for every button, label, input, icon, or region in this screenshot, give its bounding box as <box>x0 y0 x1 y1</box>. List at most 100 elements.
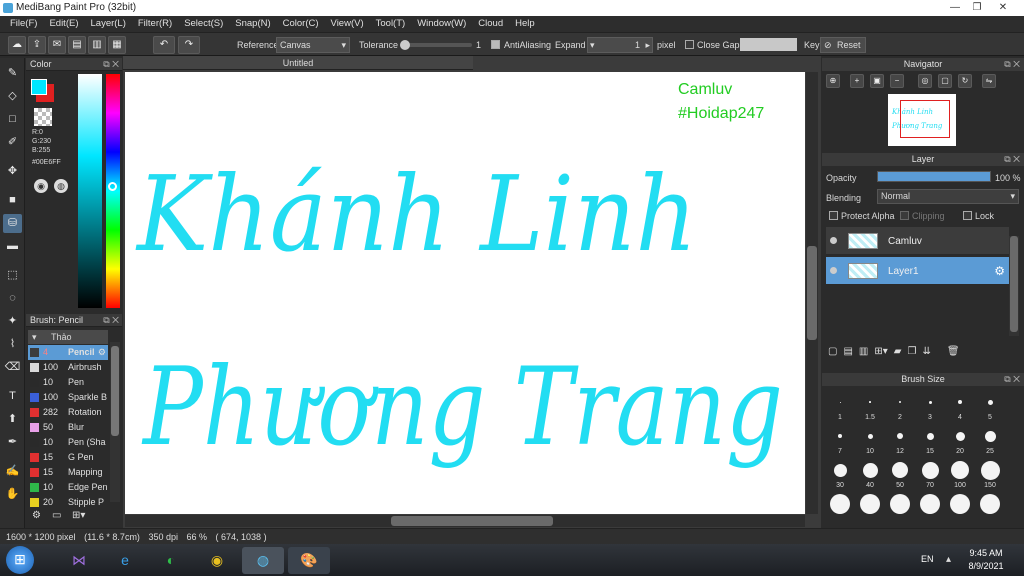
brush-size-option[interactable]: 1.5 <box>856 392 884 424</box>
share-icon[interactable]: ⇪ <box>28 36 46 54</box>
tray-expand-icon[interactable]: ▴ <box>946 554 951 565</box>
layer-row[interactable]: Layer1 ⚙ <box>826 257 1009 285</box>
brush-size-option[interactable] <box>826 494 854 524</box>
internet-explorer-icon[interactable]: e <box>104 547 146 574</box>
brush-item[interactable]: 4 Pencil ⚙ <box>28 345 108 360</box>
brush-settings-icon[interactable]: ⚙ <box>32 510 48 524</box>
brush-item[interactable]: 10 Pen (Sha <box>28 435 108 450</box>
document-icon[interactable]: ▥ <box>88 36 106 54</box>
protect-alpha-checkbox[interactable] <box>829 211 838 220</box>
message-icon[interactable]: ▤ <box>68 36 86 54</box>
flip-icon[interactable]: ⇋ <box>982 74 996 88</box>
panel-controls-icon[interactable]: ⧉ ✕ <box>103 58 119 71</box>
brush-group-header[interactable]: ▾ Thảo <box>28 330 108 344</box>
brush-item[interactable]: 15 G Pen <box>28 450 108 465</box>
zoom-fit-icon[interactable]: ⊕ <box>826 74 840 88</box>
brush-item[interactable]: 15 Mapping <box>28 465 108 480</box>
brush-size-option[interactable] <box>946 494 974 524</box>
brush-size-option[interactable]: 7 <box>826 426 854 458</box>
scrollbar-thumb[interactable] <box>1010 236 1018 332</box>
brush-item[interactable]: 100 Sparkle B <box>28 390 108 405</box>
brush-gear-icon[interactable]: ⚙ <box>98 345 106 360</box>
coccoc-browser-icon[interactable]: ◐ <box>150 547 192 574</box>
start-button-icon[interactable]: ⊞ <box>6 546 34 574</box>
brush-size-option[interactable]: 1 <box>826 392 854 424</box>
menu-window[interactable]: Window(W) <box>411 16 472 32</box>
scrollbar-thumb[interactable] <box>111 346 119 436</box>
document-tab[interactable]: Untitled <box>123 56 473 70</box>
undo-button[interactable]: ↶ <box>153 36 175 54</box>
brush-size-option[interactable]: 3 <box>916 392 944 424</box>
zoom-out-icon[interactable]: − <box>890 74 904 88</box>
brush-size-option[interactable] <box>886 494 914 524</box>
new-8bit-layer-icon[interactable]: ▥ <box>859 346 868 357</box>
palette-icon[interactable]: ◉ <box>34 179 48 193</box>
brush-size-option[interactable]: 100 <box>946 460 974 492</box>
copy-layer-icon[interactable]: ❐ <box>907 346 916 357</box>
brightness-gradient[interactable] <box>78 74 102 308</box>
layer-settings-icon[interactable]: ⚙ <box>994 264 1005 278</box>
language-indicator[interactable]: EN <box>921 554 934 564</box>
close-gaps-slider[interactable] <box>740 38 797 51</box>
menu-filter[interactable]: Filter(R) <box>132 16 178 32</box>
lock-checkbox[interactable] <box>963 211 972 220</box>
brush-item[interactable]: 20 Stipple P <box>28 495 108 510</box>
fit-window-icon[interactable]: ▣ <box>870 74 884 88</box>
close-window-button[interactable]: ✕ <box>992 1 1014 15</box>
layer-row[interactable]: Camluv <box>826 227 1009 255</box>
magic-wand-icon[interactable]: ✦ <box>3 312 22 331</box>
operation-tool-icon[interactable]: ⬆ <box>3 410 22 429</box>
lasso-tool-icon[interactable]: ◌ <box>3 289 22 308</box>
brush-item[interactable]: 282 Rotation <box>28 405 108 420</box>
brush-add-menu-icon[interactable]: ⊞▾ <box>72 510 96 524</box>
maximize-button[interactable]: ❐ <box>966 1 988 15</box>
new-folder-icon[interactable]: ▰ <box>894 346 902 357</box>
tolerance-slider[interactable] <box>400 40 472 50</box>
scrollbar-thumb[interactable] <box>807 246 817 340</box>
eyedropper-tool-icon[interactable]: ✒ <box>3 433 22 452</box>
brush-size-option[interactable] <box>916 494 944 524</box>
brush-size-option[interactable] <box>856 494 884 524</box>
cloud-icon[interactable]: ☁ <box>8 36 26 54</box>
menu-file[interactable]: File(F) <box>4 16 43 32</box>
eraser-tool-icon[interactable]: ◇ <box>3 87 22 106</box>
brush-size-option[interactable]: 5 <box>976 392 1004 424</box>
add-layer-menu-icon[interactable]: ⊞▾ <box>874 346 887 357</box>
new-layer-icon[interactable]: ▢ <box>828 346 837 357</box>
canvas-vertical-scrollbar[interactable] <box>806 72 818 514</box>
rotate-reset-icon[interactable]: ◎ <box>918 74 932 88</box>
brush-size-option[interactable]: 25 <box>976 426 1004 458</box>
actual-size-icon[interactable]: ▢ <box>938 74 952 88</box>
zoom-in-icon[interactable]: + <box>850 74 864 88</box>
hue-handle[interactable] <box>108 182 117 191</box>
brush-item[interactable]: 10 Pen <box>28 375 108 390</box>
brush-item[interactable]: 50 Blur <box>28 420 108 435</box>
menu-select[interactable]: Select(S) <box>178 16 229 32</box>
brush-tool-icon[interactable]: ✎ <box>3 64 22 83</box>
blending-select[interactable]: Normal ▾ <box>877 189 1019 204</box>
menu-snap[interactable]: Snap(N) <box>229 16 276 32</box>
new-halftone-layer-icon[interactable]: ▤ <box>843 346 852 357</box>
menu-tool[interactable]: Tool(T) <box>370 16 412 32</box>
antialiasing-checkbox[interactable] <box>491 40 500 49</box>
menu-edit[interactable]: Edit(E) <box>43 16 84 32</box>
layer-scrollbar[interactable] <box>1009 236 1019 336</box>
brush-size-option[interactable]: 4 <box>946 392 974 424</box>
menu-cloud[interactable]: Cloud <box>472 16 509 32</box>
fill-shape-icon[interactable]: ■ <box>3 191 22 210</box>
canvas-paper[interactable]: Khánh Linh Phương Trang Camluv #Hoidap24… <box>125 72 805 514</box>
move-tool-icon[interactable]: ✥ <box>3 162 22 181</box>
viewport-indicator[interactable] <box>900 100 950 138</box>
merge-down-icon[interactable]: ⇊ <box>922 346 930 357</box>
brush-size-option[interactable]: 10 <box>856 426 884 458</box>
hue-slider[interactable] <box>106 74 120 308</box>
new-brush-icon[interactable]: ▭ <box>52 510 66 524</box>
navigator-preview[interactable]: Khánh Linh Phương Trang <box>888 94 956 146</box>
select-rect-icon[interactable]: ⬚ <box>3 266 22 285</box>
reference-select[interactable]: Canvas ▾ <box>276 37 350 53</box>
menu-layer[interactable]: Layer(L) <box>85 16 132 32</box>
panel-controls-icon[interactable]: ⧉ ✕ <box>1004 58 1020 71</box>
canvas-horizontal-scrollbar[interactable] <box>125 515 805 527</box>
comment-icon[interactable]: ✉ <box>48 36 66 54</box>
menu-help[interactable]: Help <box>509 16 541 32</box>
